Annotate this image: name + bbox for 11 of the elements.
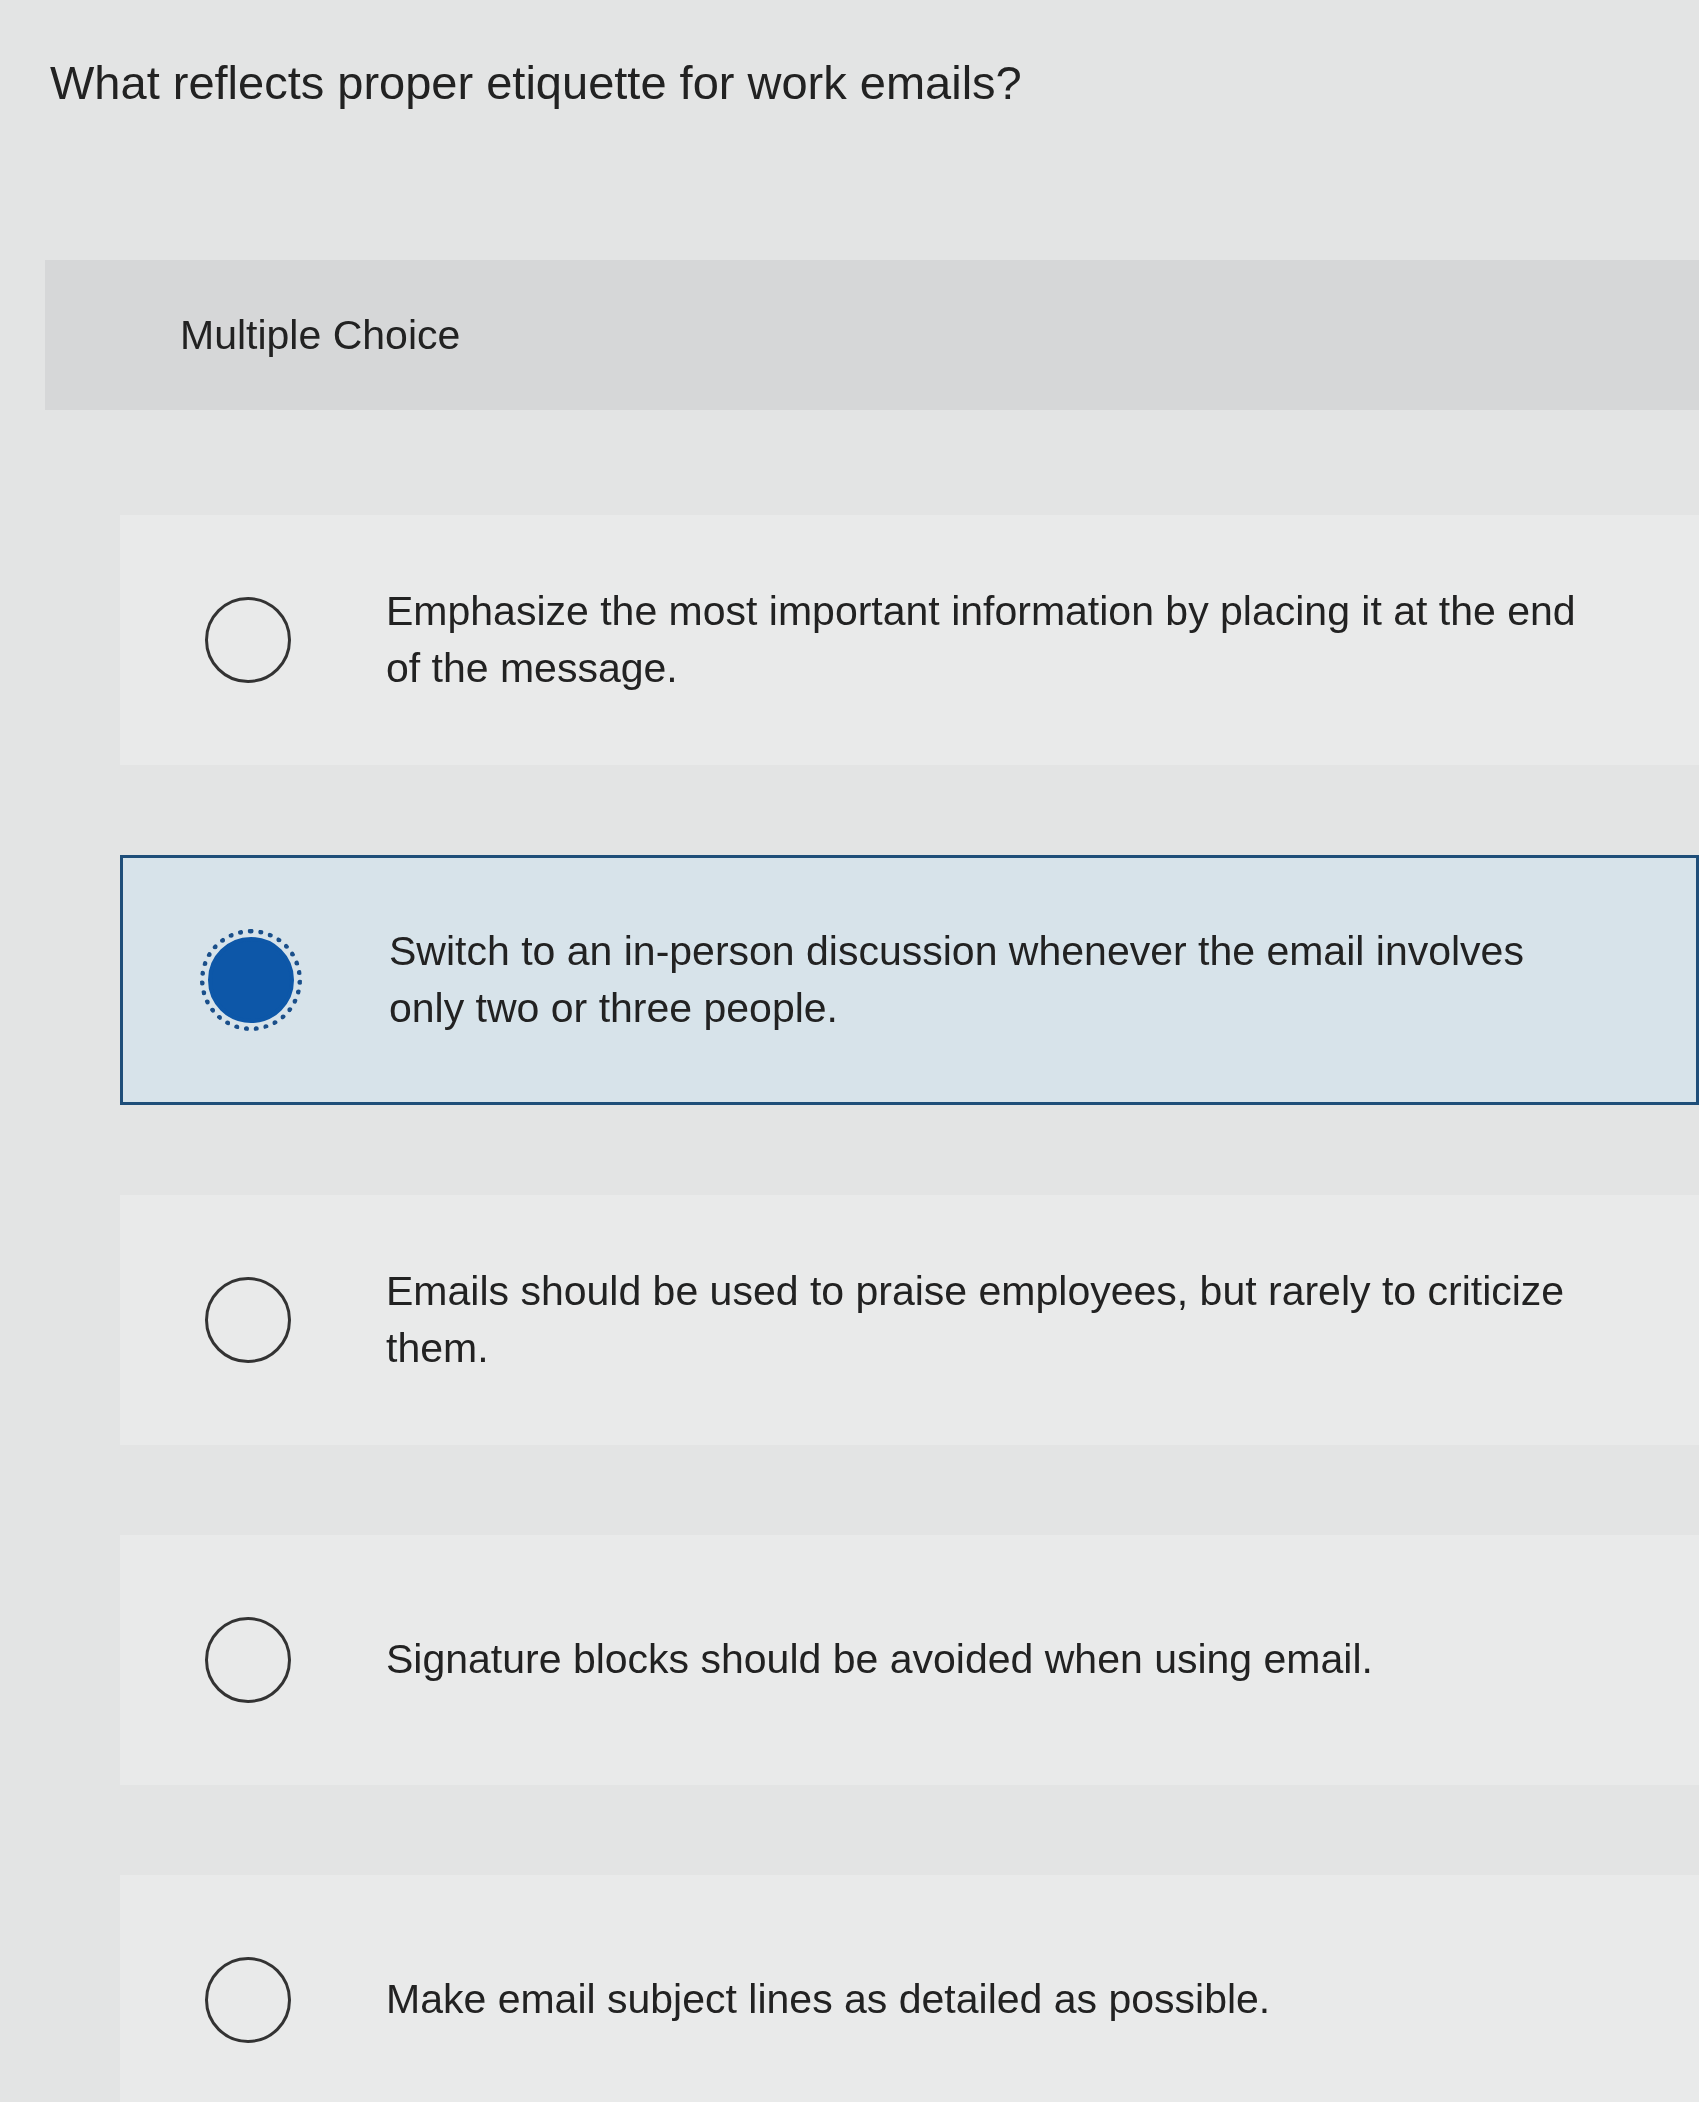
radio-button[interactable] xyxy=(205,1617,291,1703)
answer-option[interactable]: Emails should be used to praise employees, but rarely to criticize them. xyxy=(120,1195,1699,1445)
question-text: What reflects proper etiquette for work emails? xyxy=(50,55,1023,110)
radio-button[interactable] xyxy=(205,1957,291,2043)
answer-option[interactable]: Emphasize the most important information by placing it at the end of the message. xyxy=(120,515,1699,765)
answer-option[interactable]: Make email subject lines as detailed as possible. xyxy=(120,1875,1699,2102)
radio-button[interactable] xyxy=(205,1277,291,1363)
answer-option[interactable]: Switch to an in-person discussion whenever the email involves only two or three people. xyxy=(120,855,1699,1105)
answer-option[interactable]: Signature blocks should be avoided when using email. xyxy=(120,1535,1699,1785)
radio-button[interactable] xyxy=(205,597,291,683)
question-type-header: Multiple Choice xyxy=(45,260,1699,410)
